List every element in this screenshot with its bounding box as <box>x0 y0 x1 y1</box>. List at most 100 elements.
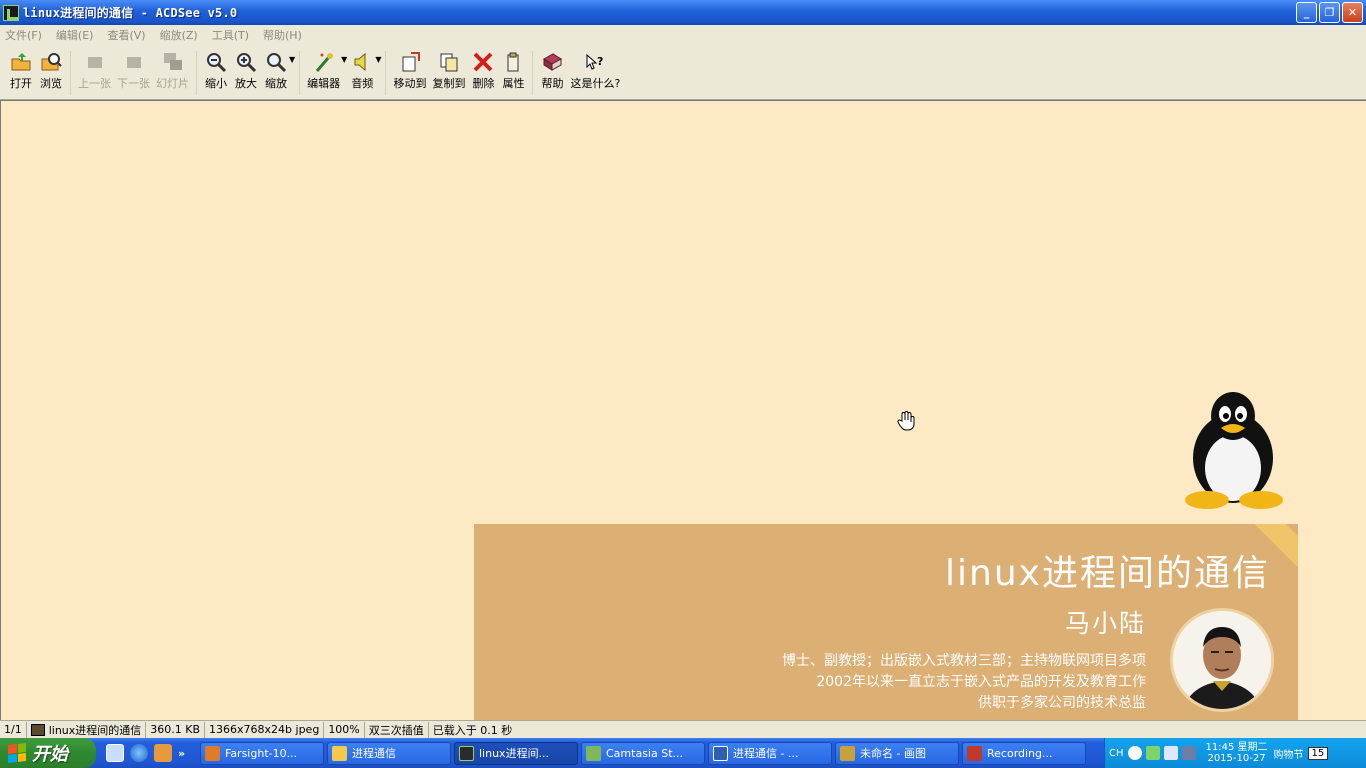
properties-icon <box>502 51 524 73</box>
status-dimensions: 1366x768x24b jpeg <box>205 721 325 738</box>
zoom-button[interactable]: 缩放 <box>261 51 291 91</box>
status-index: 1/1 <box>0 721 27 738</box>
image-viewer[interactable]: linux进程间的通信 马小陆 博士、副教授；出版嵌入式教材三部；主持物联网项目… <box>0 100 1366 721</box>
status-filename: linux进程间的通信 <box>27 721 147 738</box>
copy-to-button[interactable]: 复制到 <box>429 51 468 91</box>
menu-view[interactable]: 查看(V) <box>107 27 145 43</box>
prev-image-icon <box>84 51 106 73</box>
status-zoom: 100% <box>324 721 365 738</box>
zoom-icon <box>265 51 287 73</box>
acdsee-task-icon <box>459 745 474 761</box>
magic-wand-icon <box>313 51 335 73</box>
start-button[interactable]: 开始 <box>0 738 96 768</box>
camtasia-icon <box>586 745 601 761</box>
delete-x-icon <box>472 51 494 73</box>
restore-button[interactable]: ❐ <box>1319 2 1340 23</box>
bio-line: 供职于多家公司的技术总监 <box>978 695 1146 711</box>
status-filesize: 360.1 KB <box>146 721 206 738</box>
task-word-doc[interactable]: 进程通信 - ... <box>708 741 832 765</box>
menu-bar: 文件(F) 编辑(E) 查看(V) 缩放(Z) 工具(T) 帮助(H) <box>0 25 1366 45</box>
calendar-day[interactable]: 15 <box>1307 746 1329 760</box>
quick-launch: » <box>106 744 200 762</box>
browser-window-icon[interactable] <box>106 744 124 762</box>
zoom-in-button[interactable]: 放大 <box>231 51 261 91</box>
media-player-icon[interactable] <box>154 744 172 762</box>
slide-image: linux进程间的通信 马小陆 博士、副教授；出版嵌入式教材三部；主持物联网项目… <box>1 101 1366 721</box>
quick-launch-more-icon[interactable]: » <box>178 747 185 760</box>
audio-button[interactable]: 音频 <box>347 51 377 91</box>
next-image-button[interactable]: 下一张 <box>114 51 153 91</box>
system-tray: CH 11:45 星期二 2015-10-27 购物节 15 <box>1104 738 1366 768</box>
slideshow-button[interactable]: 幻灯片 <box>153 51 192 91</box>
internet-explorer-icon[interactable] <box>130 744 148 762</box>
clock[interactable]: 11:45 星期二 2015-10-27 <box>1206 742 1268 764</box>
task-camtasia[interactable]: Camtasia St... <box>581 741 705 765</box>
menu-help[interactable]: 帮助(H) <box>263 27 302 43</box>
clock-date: 2015-10-27 <box>1207 753 1266 764</box>
monitor-icon[interactable] <box>1181 746 1196 760</box>
properties-button[interactable]: 属性 <box>498 51 528 91</box>
svg-text:?: ? <box>597 55 603 68</box>
move-to-button[interactable]: 移动到 <box>390 51 429 91</box>
open-button[interactable]: 打开 <box>6 51 36 91</box>
title-bar: linux进程间的通信 - ACDSee v5.0 _ ❐ ✕ <box>0 0 1366 25</box>
speaker-icon <box>351 51 373 73</box>
clock-time: 11:45 星期二 <box>1205 742 1268 753</box>
task-paint[interactable]: 未命名 - 画图 <box>835 741 959 765</box>
browse-button[interactable]: 浏览 <box>36 51 66 91</box>
hand-cursor-icon <box>897 411 915 431</box>
help-button[interactable]: 帮助 <box>537 51 567 91</box>
task-recording[interactable]: Recording... <box>962 741 1086 765</box>
delete-button[interactable]: 删除 <box>468 51 498 91</box>
acdsee-app-icon[interactable] <box>3 4 19 21</box>
volume-icon[interactable] <box>1163 746 1178 760</box>
recording-icon <box>967 745 982 761</box>
help-book-icon <box>541 51 563 73</box>
bio-line: 2002年以来一直立志于嵌入式产品的开发及教育工作 <box>816 674 1146 690</box>
network-icon[interactable] <box>1145 746 1160 760</box>
paint-icon <box>840 745 855 761</box>
task-list: Farsight-10... 进程通信 linux进程间... Camtasia… <box>200 741 1086 765</box>
zoom-in-icon <box>235 51 257 73</box>
restore-icon: ❐ <box>1324 6 1335 19</box>
tux-penguin-icon <box>1185 392 1283 509</box>
course-title: linux进程间的通信 <box>945 553 1270 594</box>
status-load-time: 已载入于 0.1 秒 <box>432 723 513 737</box>
zoom-out-button[interactable]: 缩小 <box>201 51 231 91</box>
start-label: 开始 <box>32 744 68 765</box>
editor-button[interactable]: 编辑器 <box>304 51 343 91</box>
window-title: linux进程间的通信 - ACDSee v5.0 <box>23 6 238 20</box>
task-process-folder[interactable]: 进程通信 <box>327 741 451 765</box>
bio-line: 博士、副教授；出版嵌入式教材三部；主持物联网项目多项 <box>782 653 1146 669</box>
whats-this-button[interactable]: ? 这是什么? <box>567 51 623 91</box>
minimize-icon: _ <box>1303 6 1310 19</box>
menu-edit[interactable]: 编辑(E) <box>56 27 94 43</box>
menu-zoom[interactable]: 缩放(Z) <box>160 27 198 43</box>
menu-tools[interactable]: 工具(T) <box>212 27 249 43</box>
prev-image-button[interactable]: 上一张 <box>75 51 114 91</box>
jpeg-file-icon <box>30 723 45 736</box>
next-image-icon <box>123 51 145 73</box>
slideshow-icon <box>162 51 184 73</box>
language-indicator[interactable]: CH <box>1109 748 1124 759</box>
audio-dropdown-arrow[interactable]: ▼ <box>375 55 381 64</box>
author-portrait <box>1170 608 1274 712</box>
whats-this-icon: ? <box>584 51 606 73</box>
folder-icon <box>332 745 347 761</box>
close-button[interactable]: ✕ <box>1342 2 1363 23</box>
status-filename-text: linux进程间的通信 <box>48 723 142 737</box>
task-farsight[interactable]: Farsight-10... <box>200 741 324 765</box>
status-interpolation: 双三次插值 <box>365 721 429 738</box>
minimize-button[interactable]: _ <box>1296 2 1317 23</box>
status-bar: 1/1 linux进程间的通信 360.1 KB 1366x768x24b jp… <box>0 720 1366 738</box>
open-folder-icon <box>10 51 32 73</box>
tray-expand-icon[interactable] <box>1127 746 1142 760</box>
zoom-dropdown-arrow[interactable]: ▼ <box>289 55 295 64</box>
author-bio: 博士、副教授；出版嵌入式教材三部；主持物联网项目多项 2002年以来一直立志于嵌… <box>782 651 1146 714</box>
taskbar: 开始 » Farsight-10... 进程通信 linux进程间... Cam… <box>0 738 1366 768</box>
task-acdsee[interactable]: linux进程间... <box>454 741 578 765</box>
close-icon: ✕ <box>1347 6 1358 19</box>
menu-file[interactable]: 文件(F) <box>5 27 42 43</box>
word-document-icon <box>713 745 728 761</box>
copy-to-icon <box>438 51 460 73</box>
